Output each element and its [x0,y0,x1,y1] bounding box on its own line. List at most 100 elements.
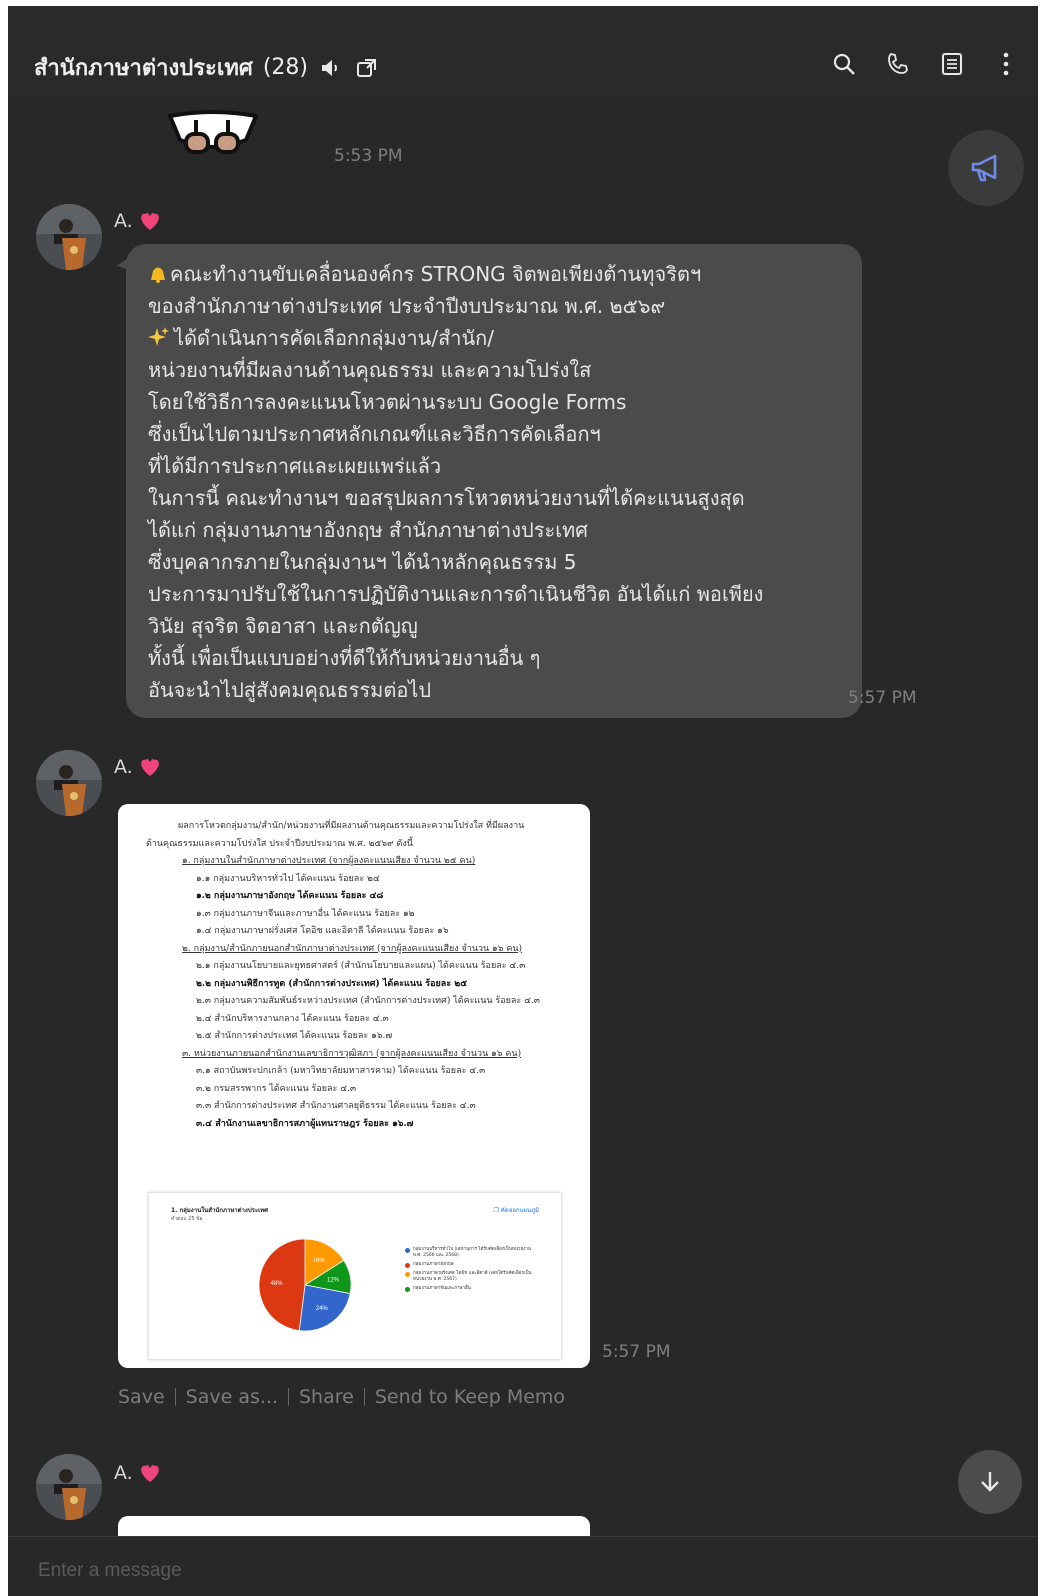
sender-name: A. [114,756,161,778]
doc-line: ๑.๔ กลุ่มงานภาษาฝรั่งเศส โดอิช และอิตาลี… [196,926,449,936]
legend-item: กลุ่มงานภาษาจีนและภาษาอื่น [405,1286,535,1292]
heart-icon [140,758,159,776]
pie-slice-label: 24% [316,1306,329,1312]
message-bubble[interactable]: คณะทำงานขับเคลื่อนองค์กร STRONG จิตพอเพี… [126,244,862,718]
legend-item: กลุ่มงานบริหารทั่วไป (เลขานุการ ได้รับคั… [405,1247,535,1259]
document-text: ผลการโหวตกลุ่มงาน/สำนัก/หน่วยงานที่มีผลง… [136,818,576,1133]
sparkles-emoji-icon [148,327,169,346]
doc-line: ผลการโหวตกลุ่มงาน/สำนัก/หน่วยงานที่มีผลง… [178,821,525,831]
message-line-text: ได้ดำเนินการคัดเลือกกลุ่มงาน/สำนัก/ [174,326,495,350]
message-input[interactable] [36,1555,940,1587]
action-separator [287,1388,289,1406]
message-line: ในการนี้ คณะทำงานฯ ขอสรุปผลการโหวตหน่วยง… [148,486,745,510]
sender-name: A. [114,1462,161,1484]
legend-item: กลุ่มงานภาษาฝรั่งเศส โดอิช และอิตาลี (เค… [405,1271,535,1283]
chat-header: สำนักภาษาต่างประเทศ (28) [8,6,1038,94]
message-line: ซึ่งบุคลากรภายในกลุ่มงานฯ ได้นำหลักคุณธร… [148,550,577,574]
external-window-icon[interactable] [354,55,380,81]
sender-name: A. [114,210,161,232]
message-time: 5:53 PM [334,146,403,166]
legend-swatch [405,1271,410,1277]
speaker-icon[interactable] [318,55,344,81]
avatar[interactable] [36,1454,102,1520]
legend-swatch [405,1286,410,1292]
share-button[interactable]: Share [299,1386,354,1408]
save-as-button[interactable]: Save as... [186,1386,278,1408]
doc-line: ๓.๒ กรมสรรพากร ได้คะแนน ร้อยละ ๔.๓ [196,1083,357,1094]
message-line: โดยใช้วิธีการลงคะแนนโหวตผ่านระบบ Google … [148,390,627,414]
message-line: อันจะนำไปสู่สังคมคุณธรรมต่อไป [148,678,432,702]
phone-icon[interactable] [884,50,912,78]
pie-slice-label: 12% [327,1278,340,1284]
doc-line: ๓.๔ สำนักงานเลขาธิการสภาผู้แทนราษฎร ร้อย… [196,1118,414,1129]
send-to-keep-memo-button[interactable]: Send to Keep Memo [375,1386,565,1408]
avatar[interactable] [36,750,102,816]
doc-line: ๓.๑ สถาบันพระปกเกล้า (มหาวิทยาลัยมหาสารค… [196,1066,486,1076]
doc-line: ๒.๕ สำนักการต่างประเทศ ได้คะแนน ร้อยละ ๑… [196,1031,393,1041]
announcement-button[interactable] [948,130,1024,206]
sender-name-text: A. [114,756,133,778]
doc-line: ๒.๔ สำนักบริหารงานกลาง ได้คะแนน ร้อยละ ๔… [196,1013,389,1024]
pie-slice-label: 16% [313,1258,326,1264]
message-time: 5:57 PM [602,1342,671,1362]
sticker-image[interactable] [167,110,259,158]
chart-title: 1. กลุ่มงานในสำนักภาษาต่างประเทศ [171,1207,268,1214]
avatar[interactable] [36,204,102,270]
doc-line: ๑.๒ กลุ่มงานภาษาอังกฤษ ได้คะแนน ร้อยละ ๔… [196,891,384,901]
message-line: ทั้งนี้ เพื่อเป็นแบบอย่างที่ดีให้กับหน่ว… [148,646,541,670]
arrow-down-icon [981,1472,999,1492]
save-button[interactable]: Save [118,1386,165,1408]
image-actions: Save Save as... Share Send to Keep Memo [118,1386,565,1408]
message-time: 5:57 PM [848,688,917,708]
notes-icon[interactable] [938,50,966,78]
scroll-to-bottom-button[interactable] [958,1450,1022,1514]
legend-label: กลุ่มงานภาษาฝรั่งเศส โดอิช และอิตาลี (เค… [413,1271,532,1282]
member-count: (28) [262,55,308,80]
doc-line: ๑. กลุ่มงานในสำนักภาษาต่างประเทศ (จากผู้… [182,856,476,866]
heart-icon [140,212,159,230]
action-separator [174,1388,176,1406]
doc-line: ๒.๓ กลุ่มงานความสัมพันธ์ระหว่างประเทศ (ส… [196,996,540,1006]
message-line: ได้ดำเนินการคัดเลือกกลุ่มงาน/สำนัก/ [148,322,848,354]
message-line: ที่ได้มีการประกาศและเผยแพร่แล้ว [148,454,442,478]
megaphone-icon [971,154,997,182]
heart-icon [140,1464,159,1482]
legend-label: กลุ่มงานบริหารทั่วไป (เลขานุการ ได้รับคั… [413,1247,531,1258]
chat-title-area[interactable]: สำนักภาษาต่างประเทศ (28) [34,50,380,85]
chart-legend: กลุ่มงานบริหารทั่วไป (เลขานุการ ได้รับคั… [405,1247,535,1295]
message-line-text: คณะทำงานขับเคลื่อนองค์กร STRONG จิตพอเพี… [170,262,702,286]
message-line: ได้แก่ กลุ่มงานภาษาอังกฤษ สำนักภาษาต่างป… [148,518,588,542]
message-line: ประการมาปรับใช้ในการปฏิบัติงานและการดำเน… [148,582,764,606]
message-line: ของสำนักภาษาต่างประเทศ ประจำปีงบประมาณ พ… [148,294,666,318]
message-line: หน่วยงานที่มีผลงานด้านคุณธรรม และความโปร… [148,358,592,382]
doc-line: ๒.๑ กลุ่มงานนโยบายและยุทธศาสตร์ (สำนักนโ… [196,961,526,971]
legend-swatch [405,1262,410,1268]
doc-line: ๓.๓ สำนักการต่างประเทศ สำนักงานศาลยุติธร… [196,1101,476,1111]
chart-subtitle: คำตอบ 25 ข้อ [171,1216,203,1222]
sender-name-text: A. [114,210,133,232]
legend-label: กลุ่มงานภาษาอังกฤษ [413,1262,454,1267]
search-icon[interactable] [830,50,858,78]
doc-line: ๒. กลุ่มงาน/สำนักภายนอกสำนักภาษาต่างประเ… [182,943,523,954]
copy-chart-button: ❐ คัดลอกแผนภูมิ [493,1205,539,1215]
chat-window: สำนักภาษาต่างประเทศ (28) 5:53 PM A. คณะท… [8,6,1038,1596]
doc-line: ด้านคุณธรรมและความโปร่งใส ประจำปีงบประมา… [146,838,413,849]
pie-chart: 16% 12% 24% 48% [258,1238,352,1332]
sender-name-text: A. [114,1462,133,1484]
legend-label: กลุ่มงานภาษาจีนและภาษาอื่น [413,1286,471,1291]
legend-swatch [405,1247,410,1253]
action-separator [363,1388,365,1406]
message-line: วินัย สุจริต จิตอาสา และกตัญญู [148,614,418,638]
chart-card: 1. กลุ่มงานในสำนักภาษาต่างประเทศ คำตอบ 2… [148,1192,562,1360]
message-input-bar [8,1536,1038,1596]
more-options-icon[interactable] [992,50,1020,78]
doc-line: ๒.๒ กลุ่มงานพิธีการทูต (สำนักการต่างประเ… [196,978,468,989]
copy-chart-label: คัดลอกแผนภูมิ [500,1207,539,1214]
copy-icon: ❐ [493,1207,501,1214]
message-line: คณะทำงานขับเคลื่อนองค์กร STRONG จิตพอเพี… [148,258,848,290]
bell-emoji-icon [151,267,165,283]
doc-line: ๑.๓ กลุ่มงานภาษาจีนและภาษาอื่น ได้คะแนน … [196,908,415,919]
image-attachment[interactable]: ผลการโหวตกลุ่มงาน/สำนัก/หน่วยงานที่มีผลง… [118,804,590,1368]
chat-title: สำนักภาษาต่างประเทศ [34,56,253,81]
doc-line: ๑.๑ กลุ่มงานบริหารทั่วไป ได้คะแนน ร้อยละ… [196,873,380,884]
